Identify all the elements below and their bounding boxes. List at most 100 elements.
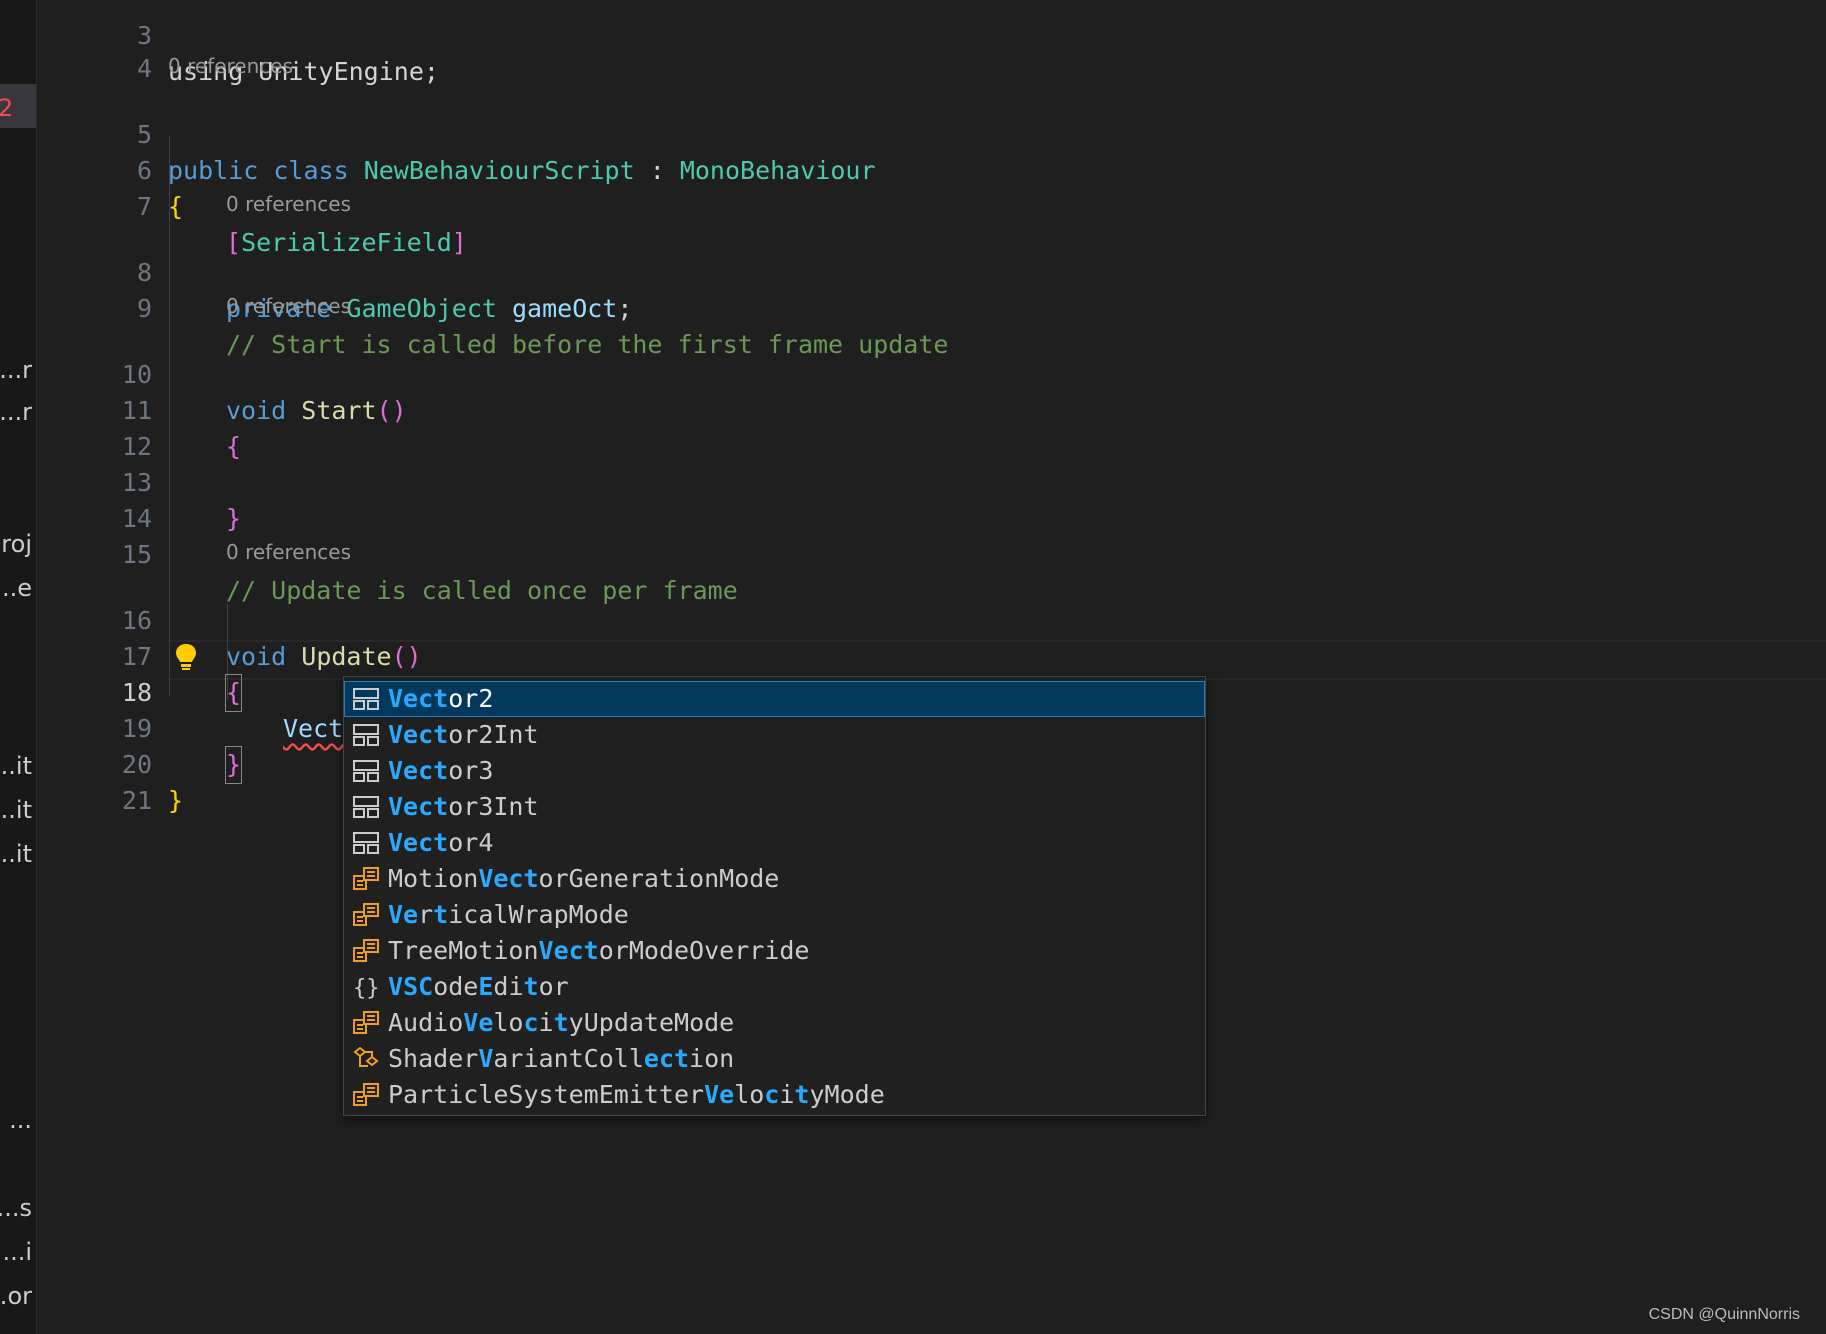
code-line-13[interactable]: 13 }: [36, 429, 241, 533]
label-text: WrapMode: [508, 900, 629, 929]
suggestion-item[interactable]: ParticleSystemEmitterVelocityMode: [344, 1077, 1205, 1113]
sidebar-item[interactable]: r...: [0, 356, 32, 384]
base-class: MonoBehaviour: [679, 156, 876, 185]
codelens-references[interactable]: 0 references: [168, 54, 293, 78]
suggestion-item[interactable]: ShaderVariantCollection: [344, 1041, 1205, 1077]
label-text: orModeOverride: [598, 936, 810, 965]
suggestion-item[interactable]: Vector3Int: [344, 789, 1205, 825]
suggestion-item[interactable]: Vector2Int: [344, 717, 1205, 753]
suggestion-item[interactable]: Vector2: [344, 681, 1205, 717]
label-text: ic: [448, 900, 479, 929]
match-highlight: t: [433, 900, 449, 929]
sidebar-item[interactable]: or...: [0, 1282, 32, 1310]
code-line-14[interactable]: 14: [36, 465, 152, 533]
matching-bracket: }: [224, 746, 243, 784]
sidebar-item[interactable]: it...: [0, 796, 32, 824]
enum-icon: [352, 1082, 380, 1108]
sidebar-error-marker: 2: [0, 94, 13, 122]
label-text: or4: [448, 828, 494, 857]
label-text: yMode: [809, 1080, 885, 1109]
match-highlight: S: [403, 972, 419, 1001]
codelens-references[interactable]: 0 references: [226, 192, 351, 216]
match-highlight: Vect: [388, 684, 449, 713]
label-text: ParticleSystemEmitter: [388, 1080, 705, 1109]
struct-icon: [352, 758, 380, 784]
match-highlight: E: [478, 972, 494, 1001]
label-text: lo: [493, 1008, 524, 1037]
code-line-15[interactable]: 15 // Update is called once per frame: [36, 501, 738, 605]
match-highlight: ect: [643, 1044, 690, 1073]
code-editor[interactable]: 3 using UnityEngine; 4 0 references 5 pu…: [36, 0, 1826, 1334]
label-text: Shader: [388, 1044, 479, 1073]
sidebar-active-item[interactable]: 2: [0, 84, 36, 128]
sidebar-item[interactable]: roj: [0, 530, 32, 558]
typed-text[interactable]: Vect: [283, 711, 343, 747]
code-line-11[interactable]: 11 {: [36, 357, 241, 461]
code-line-16[interactable]: 16 void Update(): [36, 567, 422, 671]
matching-bracket: {: [224, 674, 243, 712]
code-line-6[interactable]: 6 {: [36, 117, 183, 221]
struct-icon: [352, 830, 380, 856]
suggestion-label: Vector2Int: [388, 717, 539, 753]
sidebar-item[interactable]: i...: [0, 1238, 32, 1266]
code-line-10[interactable]: 10 void Start(): [36, 321, 407, 425]
sidebar-item[interactable]: e...: [0, 574, 32, 602]
match-highlight: Vect: [538, 936, 599, 965]
code-line-5[interactable]: 5 public class NewBehaviourScript : Mono…: [36, 81, 876, 185]
enum-icon: [352, 902, 380, 928]
suggestion-item[interactable]: Vector3: [344, 753, 1205, 789]
class-name: NewBehaviourScript: [363, 156, 635, 185]
code-line-8[interactable]: 8 private GameObject gameOct;: [36, 219, 632, 323]
code-line-12[interactable]: 12: [36, 393, 152, 461]
code-line-19[interactable]: 19 }: [36, 675, 243, 784]
match-highlight: t: [553, 1008, 569, 1037]
code-line-7[interactable]: 7 [SerializeField]: [36, 153, 467, 257]
label-text: or3Int: [448, 792, 539, 821]
match-highlight: t: [523, 972, 539, 1001]
sidebar-item[interactable]: it...: [0, 840, 32, 868]
label-text: al: [478, 900, 509, 929]
sidebar-item[interactable]: ...: [0, 1106, 32, 1134]
match-highlight: Ve: [388, 900, 419, 929]
label-text: r: [418, 900, 434, 929]
suggestion-label: TreeMotionVectorModeOverride: [388, 933, 809, 969]
suggestion-item[interactable]: TreeMotionVectorModeOverride: [344, 933, 1205, 969]
code-line-4[interactable]: 4: [36, 15, 152, 83]
label-text: ion: [689, 1044, 735, 1073]
code-line-21[interactable]: 21: [36, 747, 152, 815]
label-text: ode: [433, 972, 479, 1001]
match-highlight: c: [523, 1008, 539, 1037]
label-text: yUpdateMode: [568, 1008, 735, 1037]
sidebar-item[interactable]: r...: [0, 398, 32, 426]
suggestion-label: VerticalWrapMode: [388, 897, 629, 933]
match-highlight: c: [764, 1080, 780, 1109]
suggestion-item[interactable]: {} VSCodeEditor: [344, 969, 1205, 1005]
suggestion-item[interactable]: Vector4: [344, 825, 1205, 861]
sidebar-item[interactable]: s...: [0, 1194, 32, 1222]
lightbulb-icon[interactable]: [172, 642, 200, 672]
match-highlight: V: [388, 972, 404, 1001]
suggestion-item[interactable]: AudioVelocityUpdateMode: [344, 1005, 1205, 1041]
watermark: CSDN @QuinnNorris: [1648, 1306, 1800, 1323]
codelens-references[interactable]: 0 references: [226, 294, 351, 318]
suggestion-label: Vector3Int: [388, 789, 539, 825]
struct-icon: [352, 686, 380, 712]
label-text: or3: [448, 756, 494, 785]
suggestion-label: Vector2: [388, 681, 493, 717]
label-text: i: [779, 1080, 795, 1109]
code-line-20[interactable]: 20 }: [36, 711, 183, 815]
code-line-9[interactable]: 9 // Start is called before the first fr…: [36, 255, 949, 359]
suggestion-item[interactable]: VerticalWrapMode: [344, 897, 1205, 933]
label-text: or: [538, 972, 569, 1001]
match-highlight: Ve: [704, 1080, 735, 1109]
label-text: or2: [448, 684, 494, 713]
code-line-18[interactable]: 18 Vect: [36, 639, 343, 743]
sidebar-item[interactable]: it...: [0, 752, 32, 780]
suggestion-item[interactable]: MotionVectorGenerationMode: [344, 861, 1205, 897]
codelens-references[interactable]: 0 references: [226, 540, 351, 564]
namespace-icon: {}: [352, 974, 380, 1001]
code-line-17[interactable]: 17 {: [36, 603, 243, 712]
label-text: orGenerationMode: [538, 864, 780, 893]
autocomplete-suggestion-list[interactable]: Vector2 Vector2Int Vector3 Vector3Int Vector…: [343, 676, 1206, 1116]
suggestion-label: VSCodeEditor: [388, 969, 569, 1005]
